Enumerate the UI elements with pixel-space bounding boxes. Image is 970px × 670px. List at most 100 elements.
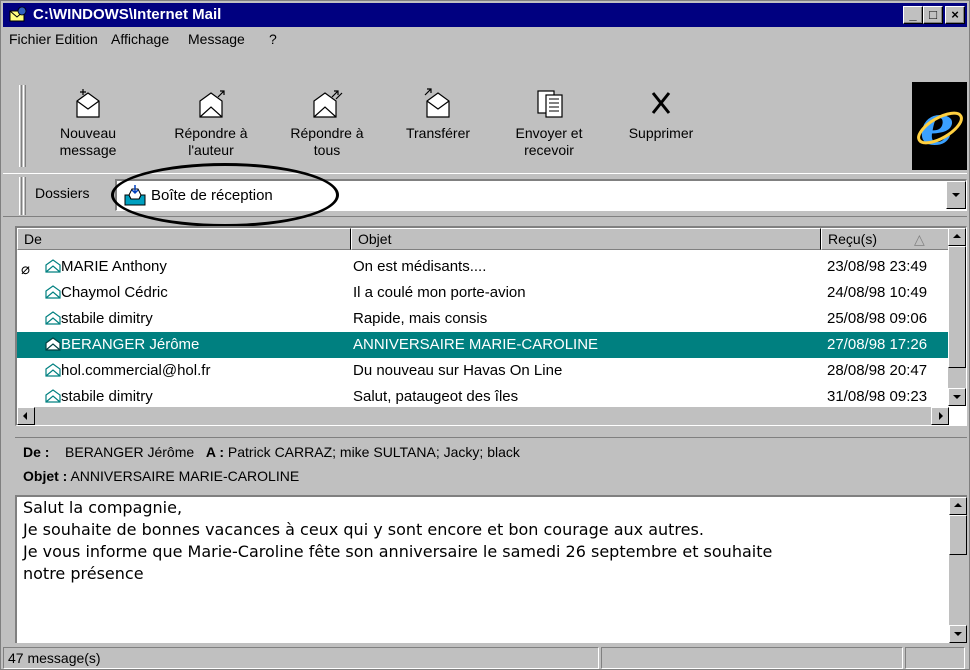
- menu-edition[interactable]: Edition: [55, 31, 98, 47]
- preview-subject: ANNIVERSAIRE MARIE-CAROLINE: [70, 468, 300, 484]
- minimize-icon: _: [909, 7, 917, 22]
- row-subject: Il a coulé mon porte-avion: [353, 284, 526, 301]
- column-header-subject[interactable]: Objet: [351, 228, 821, 250]
- internet-mail-window: C:\WINDOWS\Internet Mail _ □ × Fichier E…: [0, 0, 970, 670]
- chevron-down-icon: [952, 193, 960, 197]
- row-received: 23/08/98 23:49: [827, 258, 928, 275]
- arrow-down-icon: [953, 395, 961, 399]
- reply-all-icon: [313, 90, 343, 118]
- list-horizontal-scrollbar[interactable]: [17, 407, 949, 425]
- scroll-down-button[interactable]: [949, 625, 967, 643]
- menu-affichage[interactable]: Affichage: [111, 31, 169, 47]
- menu-message[interactable]: Message: [188, 31, 245, 47]
- reply-author-button[interactable]: Répondre à l'auteur: [159, 81, 263, 167]
- reply-all-button[interactable]: Répondre à tous: [275, 81, 379, 167]
- preview-subject-label: Objet :: [23, 468, 68, 484]
- status-bar: 47 message(s): [3, 645, 967, 669]
- arrow-down-icon: [954, 632, 962, 636]
- internet-mail-app-icon: [9, 6, 27, 22]
- table-row[interactable]: hol.commercial@hol.fr Du nouveau sur Hav…: [17, 358, 949, 384]
- preview-subject-line: Objet : ANNIVERSAIRE MARIE-CAROLINE: [23, 468, 299, 484]
- scroll-up-button[interactable]: [948, 228, 966, 246]
- preview-to-label: A :: [205, 444, 224, 460]
- list-vertical-scrollbar[interactable]: [948, 228, 966, 406]
- folder-dropdown-button[interactable]: [946, 181, 966, 209]
- envelope-icon: [45, 311, 61, 325]
- maximize-button[interactable]: □: [923, 6, 943, 24]
- menu-bar: Fichier Edition Affichage Message ?: [3, 29, 967, 51]
- column-header-from[interactable]: De: [17, 228, 351, 250]
- internet-explorer-logo: e: [912, 82, 967, 170]
- column-header-received[interactable]: Reçu(s) △: [821, 228, 949, 250]
- menu-help[interactable]: ?: [269, 31, 277, 47]
- row-subject: ANNIVERSAIRE MARIE-CAROLINE: [353, 336, 599, 353]
- preview-from: BERANGER Jérôme: [65, 444, 195, 460]
- status-cell-2: [601, 647, 903, 669]
- close-icon: ×: [951, 7, 959, 22]
- table-row[interactable]: ⌀ MARIE Anthony On est médisants.... 23/…: [17, 254, 949, 280]
- scroll-up-button[interactable]: [949, 497, 967, 515]
- preview-header: De : BERANGER Jérôme A : Patrick CARRAZ;…: [15, 437, 967, 495]
- status-message-count: 47 message(s): [3, 647, 599, 669]
- delete-label: Supprimer: [628, 125, 694, 141]
- envelope-icon: [45, 363, 61, 377]
- selected-folder: Boîte de réception: [151, 187, 273, 204]
- delete-icon: [651, 92, 671, 114]
- delete-button[interactable]: Supprimer: [615, 81, 707, 167]
- folder-bar-grip-2[interactable]: [23, 177, 26, 215]
- forward-button[interactable]: Transférer: [393, 81, 483, 167]
- folder-select[interactable]: Boîte de réception: [115, 179, 967, 211]
- status-cell-3: [905, 647, 965, 669]
- menu-fichier[interactable]: Fichier: [9, 31, 51, 47]
- toolbar-grip[interactable]: [19, 85, 22, 167]
- message-preview[interactable]: Salut la compagnie, Je souhaite de bonne…: [15, 495, 967, 643]
- message-count: 47 message(s): [8, 650, 101, 666]
- new-message-button[interactable]: Nouveau message: [53, 81, 123, 167]
- row-subject: Du nouveau sur Havas On Line: [353, 362, 563, 379]
- folder-bar-grip[interactable]: [19, 177, 22, 215]
- toolbar-area: [3, 53, 967, 169]
- minimize-button[interactable]: _: [903, 6, 923, 24]
- close-button[interactable]: ×: [945, 6, 965, 24]
- message-body: Salut la compagnie, Je souhaite de bonne…: [23, 498, 773, 583]
- reply-author-icon: [199, 90, 225, 118]
- row-from: hol.commercial@hol.fr: [61, 362, 211, 379]
- row-subject: Rapide, mais consis: [353, 310, 488, 327]
- window-title: C:\WINDOWS\Internet Mail: [33, 6, 222, 23]
- ie-e-icon: e: [917, 93, 963, 157]
- row-subject: On est médisants....: [353, 258, 487, 275]
- scroll-left-button[interactable]: [17, 407, 35, 425]
- scroll-thumb[interactable]: [949, 515, 967, 555]
- table-row[interactable]: stabile dimitry Rapide, mais consis 25/0…: [17, 306, 949, 332]
- preview-to: Patrick CARRAZ; mike SULTANA; Jacky; bla…: [227, 444, 520, 460]
- row-received: 24/08/98 10:49: [827, 284, 928, 301]
- row-received: 25/08/98 09:06: [827, 310, 928, 327]
- send-receive-icon: [537, 90, 563, 118]
- pane-splitter[interactable]: [3, 429, 967, 435]
- inbox-icon: [124, 185, 146, 206]
- envelope-icon: [45, 285, 61, 299]
- row-from: BERANGER Jérôme: [61, 336, 200, 353]
- preview-vertical-scrollbar[interactable]: [949, 497, 967, 643]
- scroll-right-button[interactable]: [931, 407, 949, 425]
- maximize-icon: □: [929, 7, 937, 22]
- forward-icon: [424, 88, 450, 118]
- message-list[interactable]: De Objet Reçu(s) △ ⌀ MARIE Anthony On est…: [15, 226, 967, 426]
- dossiers-label: Dossiers: [35, 185, 90, 201]
- toolbar-grip-2[interactable]: [23, 85, 26, 167]
- forward-label: Transférer: [405, 125, 471, 141]
- envelope-icon: [45, 389, 61, 403]
- preview-from-label: De :: [23, 444, 50, 460]
- reply-author-label-1: Répondre à: [174, 125, 248, 141]
- scroll-down-button[interactable]: [948, 388, 966, 406]
- send-receive-button[interactable]: Envoyer et recevoir: [501, 81, 597, 167]
- send-receive-label-1: Envoyer et: [515, 125, 583, 141]
- table-row[interactable]: Chaymol Cédric Il a coulé mon porte-avio…: [17, 280, 949, 306]
- envelope-icon: [45, 259, 61, 273]
- scroll-thumb[interactable]: [948, 246, 966, 368]
- row-received: 27/08/98 17:26: [827, 336, 928, 353]
- column-header-received-label: Reçu(s): [828, 231, 878, 247]
- title-bar[interactable]: C:\WINDOWS\Internet Mail _ □ ×: [3, 3, 967, 27]
- send-receive-label-2: recevoir: [524, 142, 574, 158]
- table-row-selected[interactable]: BERANGER Jérôme ANNIVERSAIRE MARIE-CAROL…: [17, 332, 949, 358]
